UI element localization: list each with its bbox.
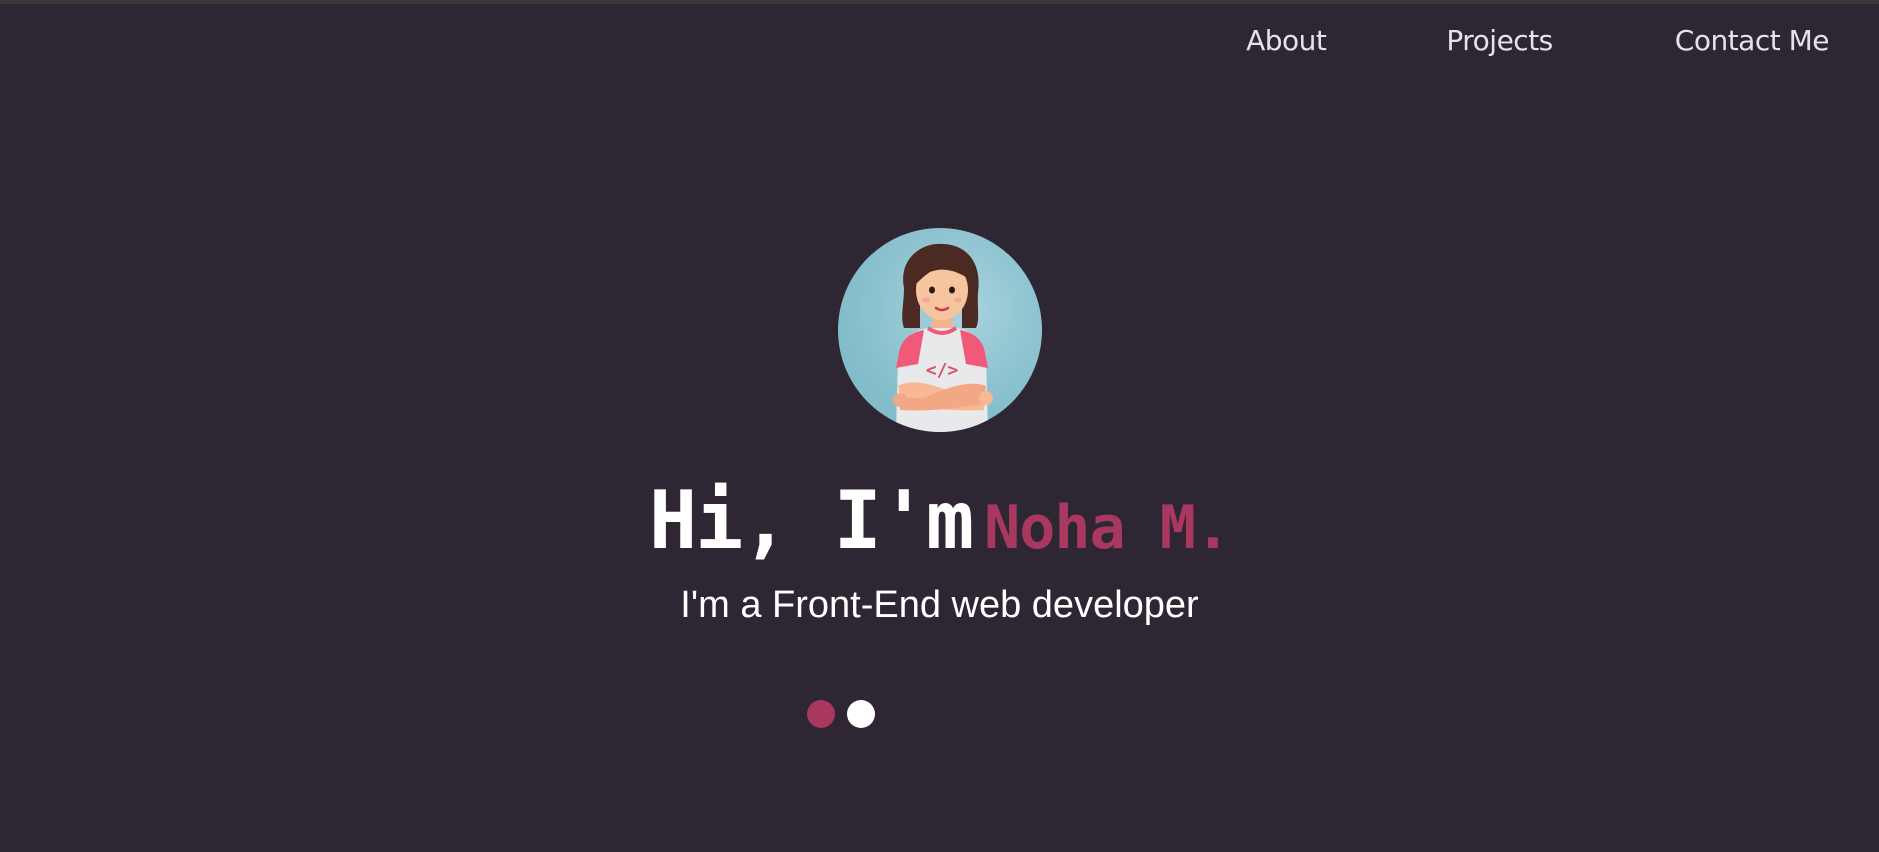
nav-link-contact-me[interactable]: Contact Me bbox=[1675, 24, 1830, 57]
hero-greeting: Hi, I'm bbox=[648, 474, 974, 567]
hero-heading: Hi, I'm Noha M. bbox=[0, 474, 1879, 567]
carousel-dot-2[interactable] bbox=[847, 700, 875, 728]
avatar: </> bbox=[838, 228, 1042, 432]
nav-link-projects[interactable]: Projects bbox=[1446, 24, 1553, 57]
carousel-indicators bbox=[807, 700, 875, 728]
page: About Projects Contact Me </> Hi, I'm No… bbox=[0, 0, 1879, 852]
nav-link-about[interactable]: About bbox=[1246, 24, 1327, 57]
hero-subtitle: I'm a Front-End web developer bbox=[680, 584, 1199, 626]
shirt-code-text: </> bbox=[926, 360, 959, 381]
developer-avatar-illustration: </> bbox=[893, 243, 993, 432]
top-nav: About Projects Contact Me bbox=[1246, 24, 1829, 57]
carousel-dot-1[interactable] bbox=[807, 700, 835, 728]
hero-name: Noha M. bbox=[984, 493, 1231, 563]
